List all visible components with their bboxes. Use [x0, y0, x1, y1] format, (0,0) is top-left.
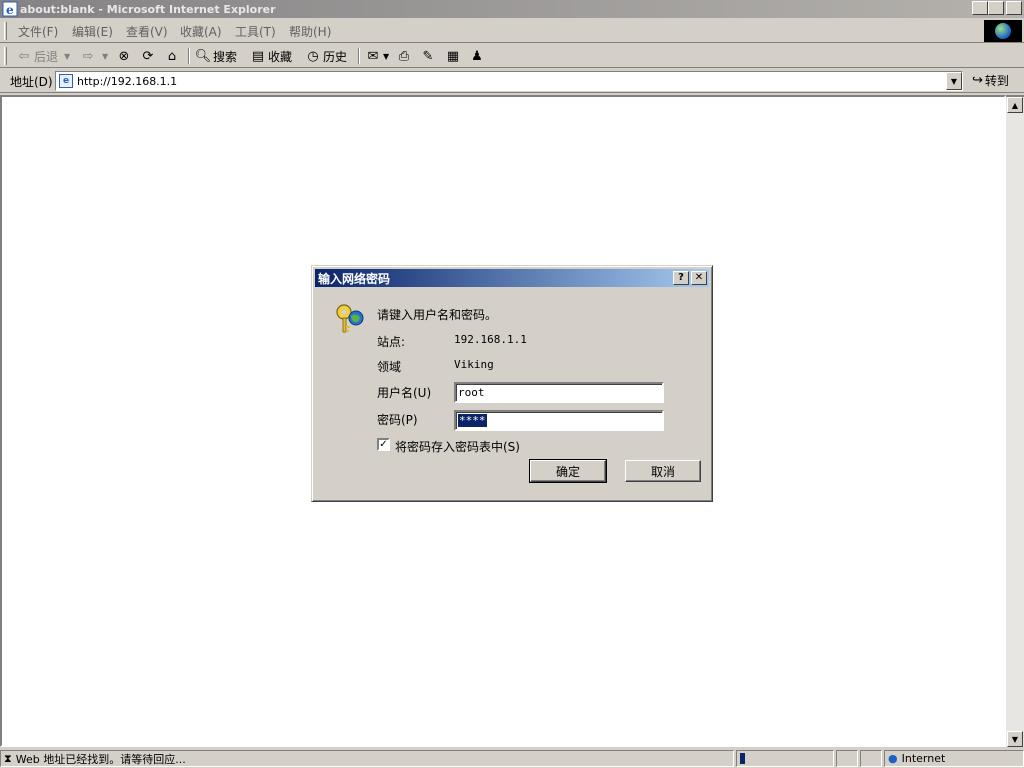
ie-logo [984, 20, 1022, 42]
username-label: 用户名(U) [377, 386, 432, 400]
edit-button[interactable]: ✎ [420, 47, 438, 65]
help-button[interactable]: ? [673, 271, 689, 285]
favorites-button[interactable]: ▤ 收藏 [250, 47, 292, 65]
discuss-button[interactable]: ▦ [445, 47, 463, 65]
stop-icon: ⊗ [118, 48, 130, 64]
home-button[interactable]: ⌂ [164, 47, 182, 65]
zone-cell: ● Internet [884, 750, 1024, 767]
save-password-checkbox[interactable]: ✓ [377, 438, 390, 451]
address-input[interactable] [77, 74, 937, 88]
address-label: 地址(D) [10, 75, 53, 89]
status-text-cell: ⧗ Web 地址已经找到。请等待回应... [0, 750, 734, 767]
menu-bar: 文件(F) 编辑(E) 查看(V) 收藏(A) 工具(T) 帮助(H) [0, 19, 1024, 43]
print-button[interactable]: ⎙ [396, 47, 414, 65]
refresh-button[interactable]: ⟳ [140, 47, 158, 65]
mail-icon: ✉ [367, 48, 379, 64]
forward-arrow-icon: ⇨ [82, 48, 94, 64]
password-field[interactable]: **** [454, 410, 664, 431]
password-label: 密码(P) [377, 413, 418, 427]
menu-edit[interactable]: 编辑(E) [72, 23, 113, 40]
messenger-icon: ♟ [471, 48, 483, 64]
search-button[interactable]: 🔍︎ 搜索 [195, 47, 237, 65]
dialog-close-button[interactable]: ✕ [691, 271, 707, 285]
zone-text: Internet [901, 752, 946, 765]
ie-icon: e [2, 1, 18, 17]
menu-tools[interactable]: 工具(T) [235, 23, 276, 40]
username-field[interactable]: root [454, 382, 664, 403]
search-icon: 🔍︎ [194, 48, 212, 64]
restore-button[interactable]: ▣ [988, 1, 1004, 15]
minimize-button[interactable]: _ [972, 1, 988, 15]
messenger-button[interactable]: ♟ [469, 47, 487, 65]
title-bar: e about:blank - Microsoft Internet Explo… [0, 0, 1024, 18]
site-value: 192.168.1.1 [454, 333, 527, 346]
save-password-label[interactable]: 将密码存入密码表中(S) [395, 438, 520, 455]
address-dropdown[interactable]: ▼ [946, 72, 962, 90]
go-arrow-icon: ↪ [972, 73, 983, 88]
history-button[interactable]: ◷ 历史 [305, 47, 347, 65]
forward-button[interactable]: ⇨ ▼ [80, 47, 109, 65]
dialog-prompt: 请键入用户名和密码。 [377, 308, 498, 322]
vertical-scrollbar[interactable]: ▲ ▼ [1006, 95, 1024, 747]
site-label: 站点: [377, 335, 406, 349]
realm-label: 领域 [377, 360, 402, 374]
history-icon: ◷ [307, 48, 319, 64]
favorites-icon: ▤ [251, 48, 265, 64]
back-button[interactable]: ⇦ 后退 ▼ [16, 47, 71, 65]
refresh-icon: ⟳ [142, 48, 154, 64]
page-icon: e [59, 74, 73, 88]
menu-help[interactable]: 帮助(H) [289, 23, 331, 40]
network-password-dialog: 输入网络密码 ? ✕ 请键入用户名和密码。 站点: 192.168.1.1 领域… [311, 265, 713, 502]
globe-icon: ● [888, 752, 898, 765]
stop-button[interactable]: ⊗ [116, 47, 134, 65]
dialog-title: 输入网络密码 [318, 271, 391, 286]
progress-bar [740, 753, 745, 764]
checkmark-icon: ✓ [379, 438, 388, 450]
status-bar: ⧗ Web 地址已经找到。请等待回应... ● Internet [0, 749, 1024, 768]
username-value: root [458, 386, 485, 399]
home-icon: ⌂ [167, 48, 177, 64]
print-icon: ⎙ [398, 48, 410, 64]
status-text: Web 地址已经找到。请等待回应... [15, 752, 186, 766]
cancel-button[interactable]: 取消 [625, 460, 701, 482]
ok-button[interactable]: 确定 [529, 459, 607, 483]
key-icon [334, 302, 368, 336]
dialog-titlebar: 输入网络密码 ? ✕ [315, 269, 709, 287]
window-title: about:blank - Microsoft Internet Explore… [20, 2, 276, 16]
progress-cell [736, 750, 834, 767]
go-button[interactable]: ↪ 转到 [972, 72, 1009, 89]
standard-toolbar: ⇦ 后退 ▼ ⇨ ▼ ⊗ ⟳ ⌂ 🔍︎ 搜索 ▤ 收藏 ◷ 历史 ✉ ▼ ⎙ ✎ ▦ ♟ [0, 44, 1024, 68]
password-value: **** [458, 414, 487, 427]
mail-button[interactable]: ✉ ▼ [365, 47, 390, 65]
scroll-down-button[interactable]: ▼ [1007, 731, 1023, 747]
address-bar: 地址(D) e ▼ ↪转到 [0, 69, 1024, 93]
close-button[interactable]: ✕ [1006, 1, 1022, 15]
menu-view[interactable]: 查看(V) [126, 23, 168, 40]
back-arrow-icon: ⇦ [18, 48, 30, 64]
edit-icon: ✎ [422, 48, 434, 64]
menu-file[interactable]: 文件(F) [18, 23, 58, 40]
scroll-up-button[interactable]: ▲ [1007, 97, 1023, 113]
address-field[interactable]: e ▼ [55, 71, 963, 91]
discuss-icon: ▦ [446, 48, 460, 64]
menu-favorites[interactable]: 收藏(A) [180, 23, 222, 40]
svg-text:e: e [6, 3, 14, 17]
realm-value: Viking [454, 358, 494, 371]
hourglass-icon: ⧗ [4, 751, 12, 765]
